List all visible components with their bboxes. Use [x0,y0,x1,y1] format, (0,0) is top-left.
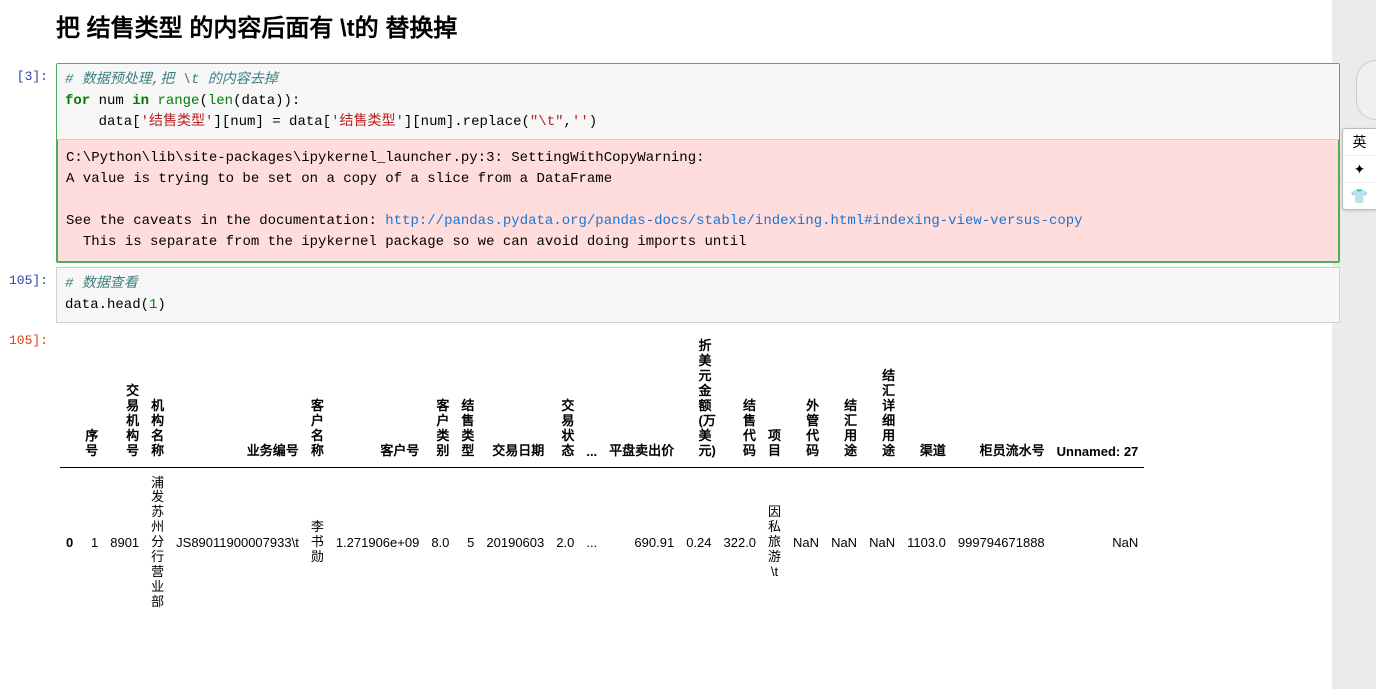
ime-toolbar[interactable]: 英 ✦ 👕 [1342,128,1376,210]
table-cell: 浦发苏州分行营业部 [145,467,170,618]
table-cell: 1103.0 [901,467,952,618]
warn-line4-pre: See the caveats in the documentation: [66,213,385,229]
col-header: 序号 [79,331,104,467]
col-header: 业务编号 [170,331,305,467]
col-header: 交易机构号 [104,331,145,467]
side-badge [1356,60,1376,120]
warning-output: C:\Python\lib\site-packages\ipykernel_la… [57,140,1339,262]
notebook-page: 把 结售类型 的内容后面有 \t的 替换掉 [3]: # 数据预处理,把 \t … [0,8,1340,638]
col-header: 机构名称 [145,331,170,467]
col-header: 结汇详细用途 [863,331,901,467]
code-input[interactable]: # 数据查看 data.head(1) [56,267,1340,323]
table-cell: 李书勋 [305,467,330,618]
col-header: 结售代码 [718,331,763,467]
table-cell: 因私旅游\t [762,467,787,618]
col-header: 渠道 [901,331,952,467]
table-cell: 5 [455,467,480,618]
markdown-heading: 把 结售类型 的内容后面有 \t的 替换掉 [56,8,1340,43]
dataframe-table: 序号交易机构号机构名称业务编号客户名称客户号客户类别结售类型交易日期交易状态..… [60,331,1144,618]
dataframe-output: 序号交易机构号机构名称业务编号客户名称客户号客户类别结售类型交易日期交易状态..… [56,327,1340,638]
input-prompt: [3]: [0,63,56,84]
col-header: 外管代码 [787,331,825,467]
col-header: 结售类型 [455,331,480,467]
table-cell: JS89011900007933\t [170,467,305,618]
table-cell: 2.0 [550,467,580,618]
col-header: 结汇用途 [825,331,863,467]
warn-line1: C:\Python\lib\site-packages\ipykernel_la… [66,150,713,166]
table-cell: NaN [825,467,863,618]
code-cell-3: [3]: # 数据预处理,把 \t 的内容去掉 for num in range… [0,63,1340,263]
output-prompt: 105]: [0,327,56,348]
code-comment: # 数据预处理,把 \t 的内容去掉 [65,72,278,88]
row-index: 0 [60,467,79,618]
table-cell: 1 [79,467,104,618]
col-header: 项目 [762,331,787,467]
col-header: 客户类别 [425,331,455,467]
col-header: 客户名称 [305,331,330,467]
warn-line5: This is separate from the ipykernel pack… [66,234,747,250]
table-cell: 1.271906e+09 [330,467,426,618]
col-header: 柜员流水号 [952,331,1051,467]
table-cell: 8.0 [425,467,455,618]
table-cell: 8901 [104,467,145,618]
ime-symbol-icon[interactable]: ✦ [1343,156,1376,183]
input-prompt: 105]: [0,267,56,288]
col-header: 交易状态 [550,331,580,467]
table-header-row: 序号交易机构号机构名称业务编号客户名称客户号客户类别结售类型交易日期交易状态..… [60,331,1144,467]
table-cell: NaN [1051,467,1145,618]
code-cell-105: 105]: # 数据查看 data.head(1) [0,267,1340,323]
col-header: ... [580,331,603,467]
col-header: Unnamed: 27 [1051,331,1145,467]
table-cell: ... [580,467,603,618]
table-cell: 20190603 [480,467,550,618]
table-cell: 322.0 [718,467,763,618]
col-header: 客户号 [330,331,426,467]
table-cell: NaN [863,467,901,618]
code-comment: # 数据查看 [65,276,138,292]
ime-lang-toggle[interactable]: 英 [1343,129,1376,156]
warn-line2: A value is trying to be set on a copy of… [66,171,612,187]
table-row: 018901浦发苏州分行营业部JS89011900007933\t李书勋1.27… [60,467,1144,618]
table-cell: 0.24 [680,467,717,618]
ime-skin-icon[interactable]: 👕 [1343,183,1376,209]
col-header: 交易日期 [480,331,550,467]
cell-3-wrap: # 数据预处理,把 \t 的内容去掉 for num in range(len(… [56,63,1340,263]
output-cell-105: 105]: 序号交易机构号机构名称业务编号客户名称客户号客户类别结售类型交易日期… [0,327,1340,638]
col-header: 平盘卖出价 [603,331,680,467]
table-cell: NaN [787,467,825,618]
col-header: 折美元金额(万美元) [680,331,717,467]
table-cell: 690.91 [603,467,680,618]
col-header [60,331,79,467]
warning-doc-link[interactable]: http://pandas.pydata.org/pandas-docs/sta… [385,213,1082,229]
table-cell: 999794671888 [952,467,1051,618]
code-input[interactable]: # 数据预处理,把 \t 的内容去掉 for num in range(len(… [57,64,1339,140]
